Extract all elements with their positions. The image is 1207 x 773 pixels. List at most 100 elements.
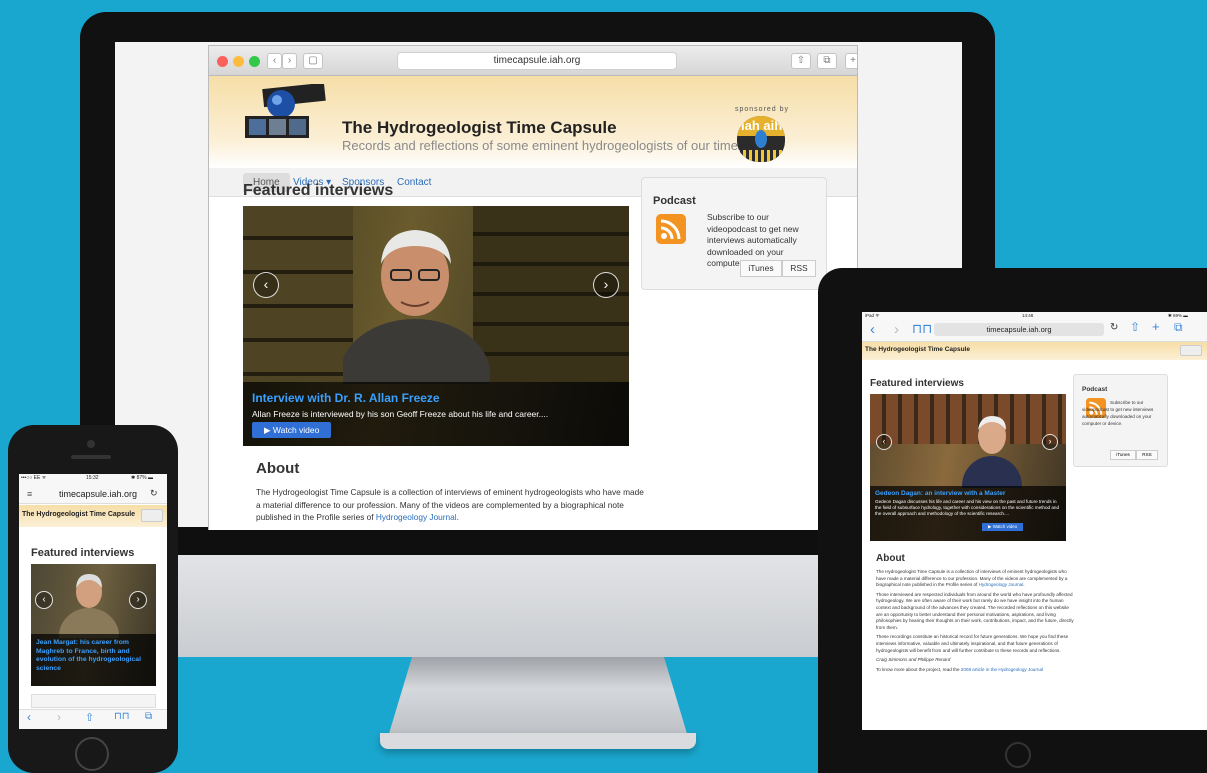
iphone-video-carousel[interactable]: ‹ › Jean Margat: his career from Maghreb… [31, 564, 156, 686]
ipad-share-icon[interactable]: ⇧ [1130, 320, 1140, 334]
ipad-about-heading: About [876, 553, 905, 564]
iphone-screen: •••○○ EE ᯤ 15:32 ✱ 87% ▬ ≡ timecapsule.i… [19, 474, 167, 729]
minimize-icon[interactable] [233, 56, 244, 67]
podcast-heading: Podcast [653, 195, 696, 207]
film-globe-logo[interactable] [243, 84, 329, 140]
iphone-carousel-caption: Jean Margat: his career from Maghreb to … [31, 634, 156, 686]
itunes-button[interactable]: iTunes [740, 260, 782, 277]
ipad-home-button[interactable] [1005, 742, 1031, 768]
ipad-podcast-panel: Podcast Subscribe to our videopodcast to… [1073, 374, 1168, 467]
iphone-interviewee-photo [59, 574, 119, 638]
imac-foot [380, 733, 696, 749]
ipad-watch-video-button[interactable]: ▶ Watch video [982, 523, 1024, 531]
iphone-site-title[interactable]: The Hydrogeologist Time Capsule [22, 511, 135, 518]
ipad-new-tab-icon[interactable]: + [1152, 319, 1160, 334]
iphone-reader-icon[interactable]: ≡ [27, 489, 32, 499]
ipad-bookmarks-icon[interactable]: ⊓⊓ [912, 321, 932, 337]
ipad-reload-icon[interactable]: ↻ [1110, 322, 1118, 333]
iphone-status-left: •••○○ EE ᯤ [21, 475, 47, 481]
podcast-panel: Podcast Subscribe to our videopodcast to… [641, 177, 827, 290]
site-header: The Hydrogeologist Time Capsule Records … [209, 76, 857, 168]
iphone-status-right: ✱ 87% ▬ [131, 475, 153, 481]
video-carousel[interactable]: ‹ › Interview with Dr. R. Allan Freeze A… [243, 206, 629, 446]
ipad-screen: iPad ᯤ 14:48 ✱ 69% ▬ ‹ › ⊓⊓ timecapsule.… [862, 312, 1207, 730]
browser-titlebar: ‹ › ▢ timecapsule.iah.org ⇧ ⧉ + [209, 46, 857, 76]
iphone-tabs-icon[interactable]: ⧉ [145, 711, 152, 722]
ipad-carousel-prev-icon[interactable]: ‹ [876, 434, 892, 450]
ipad-tabs-icon[interactable]: ⧉ [1174, 320, 1183, 335]
ipad-podcast-description: Subscribe to our videopodcast to get new… [1082, 400, 1154, 426]
ipad-status-time: 14:48 [1022, 313, 1034, 318]
ipad-about-p1: The Hydrogeologist Time Capsule is a col… [876, 569, 1068, 588]
carousel-caption: Interview with Dr. R. Allan Freeze Allan… [243, 382, 629, 446]
interviewee-photo [343, 230, 490, 384]
iphone-home-button[interactable] [75, 737, 109, 771]
url-text: timecapsule.iah.org [493, 55, 581, 66]
ipad-slide-description: Gedeon Dagan discusses his life and care… [875, 499, 1060, 516]
ipad-about-p2: Those interviewed are respected individu… [876, 591, 1074, 630]
back-icon[interactable]: ‹ [267, 53, 282, 69]
iphone-reload-icon[interactable]: ↻ [150, 488, 158, 499]
ipad-menu-icon[interactable] [1180, 345, 1202, 356]
ipad-carousel-next-icon[interactable]: › [1042, 434, 1058, 450]
new-tab-icon[interactable]: + [845, 53, 857, 69]
slide-description: Allan Freeze is interviewed by his son G… [252, 409, 549, 419]
forward-icon[interactable]: › [282, 53, 297, 69]
ipad-interviewee-photo [962, 416, 1022, 488]
ipad-url-bar[interactable]: timecapsule.iah.org [934, 323, 1104, 336]
ipad-itunes-button[interactable]: iTunes [1110, 450, 1136, 460]
ipad-back-icon[interactable]: ‹ [870, 321, 875, 338]
iphone-carousel-prev-icon[interactable]: ‹ [35, 591, 53, 609]
ipad-about-p3: These recordings constitute an historica… [876, 634, 1069, 653]
ipad-article-link[interactable]: 2008 article in the Hydrogeology Journal [961, 667, 1043, 672]
iphone-share-icon[interactable]: ⇧ [85, 711, 94, 724]
rss-icon[interactable] [656, 214, 686, 244]
ipad-site-title[interactable]: The Hydrogeologist Time Capsule [865, 346, 970, 353]
iah-logo[interactable]: iah aih [737, 116, 785, 162]
ipad-video-carousel[interactable]: ‹ › Gedeon Dagan: an interview with a Ma… [870, 394, 1066, 541]
ipad-status-right: ✱ 69% ▬ [1168, 313, 1188, 318]
carousel-next-icon[interactable]: › [593, 272, 619, 298]
imac-stand [388, 657, 688, 737]
iphone-back-icon[interactable]: ‹ [27, 710, 31, 724]
iphone-featured-heading: Featured interviews [31, 547, 135, 559]
ipad-carousel-caption: Gedeon Dagan: an interview with a Master… [870, 486, 1066, 541]
iphone-url-text[interactable]: timecapsule.iah.org [59, 489, 137, 499]
about-end: . [456, 512, 459, 523]
featured-heading: Featured interviews [243, 182, 394, 199]
ipad-featured-heading: Featured interviews [870, 378, 964, 389]
ipad-rss-button[interactable]: RSS [1136, 450, 1158, 460]
sponsored-by-label: sponsored by [735, 106, 790, 113]
browser-window: ‹ › ▢ timecapsule.iah.org ⇧ ⧉ + The Hydr… [208, 45, 858, 530]
carousel-prev-icon[interactable]: ‹ [253, 272, 279, 298]
ipad-status-left: iPad ᯤ [865, 313, 880, 318]
maximize-icon[interactable] [249, 56, 260, 67]
iphone-bookmarks-icon[interactable]: ⊓⊓ [114, 711, 130, 722]
watch-video-button[interactable]: ▶ Watch video [252, 422, 332, 438]
url-bar[interactable]: timecapsule.iah.org [397, 52, 677, 70]
sidebar-icon[interactable]: ▢ [303, 53, 323, 69]
ipad-slide-title[interactable]: Gedeon Dagan: an interview with a Master [875, 490, 1005, 497]
iphone-slide-title[interactable]: Jean Margat: his career from Maghreb to … [36, 639, 154, 673]
slide-title[interactable]: Interview with Dr. R. Allan Freeze [252, 391, 440, 405]
share-icon[interactable]: ⇧ [791, 53, 811, 69]
site-subtitle: Records and reflections of some eminent … [342, 138, 738, 153]
site-title[interactable]: The Hydrogeologist Time Capsule [342, 118, 617, 138]
iphone-menu-icon[interactable] [141, 509, 163, 522]
ipad-authors: Craig Simmons and Philippe Renard [876, 657, 951, 663]
iphone-status-time: 15:32 [86, 475, 99, 481]
rss-button[interactable]: RSS [782, 260, 816, 277]
about-text: The Hydrogeologist Time Capsule is a col… [256, 486, 646, 524]
ipad-journal-link[interactable]: Hydrogeology Journal. [979, 582, 1025, 587]
tabs-icon[interactable]: ⧉ [817, 53, 837, 69]
nav-contact[interactable]: Contact [397, 177, 431, 188]
ipad-podcast-heading: Podcast [1082, 386, 1108, 393]
hydrogeology-journal-link[interactable]: Hydrogeology Journal [376, 512, 457, 522]
iphone-forward-icon[interactable]: › [57, 710, 61, 724]
close-icon[interactable] [217, 56, 228, 67]
ipad-url-text: timecapsule.iah.org [986, 325, 1052, 334]
ipad-about-text: The Hydrogeologist Time Capsule is a col… [876, 569, 1076, 673]
iphone-carousel-next-icon[interactable]: › [129, 591, 147, 609]
ipad-forward-icon[interactable]: › [894, 321, 899, 338]
iphone-podcast-panel [31, 694, 156, 708]
